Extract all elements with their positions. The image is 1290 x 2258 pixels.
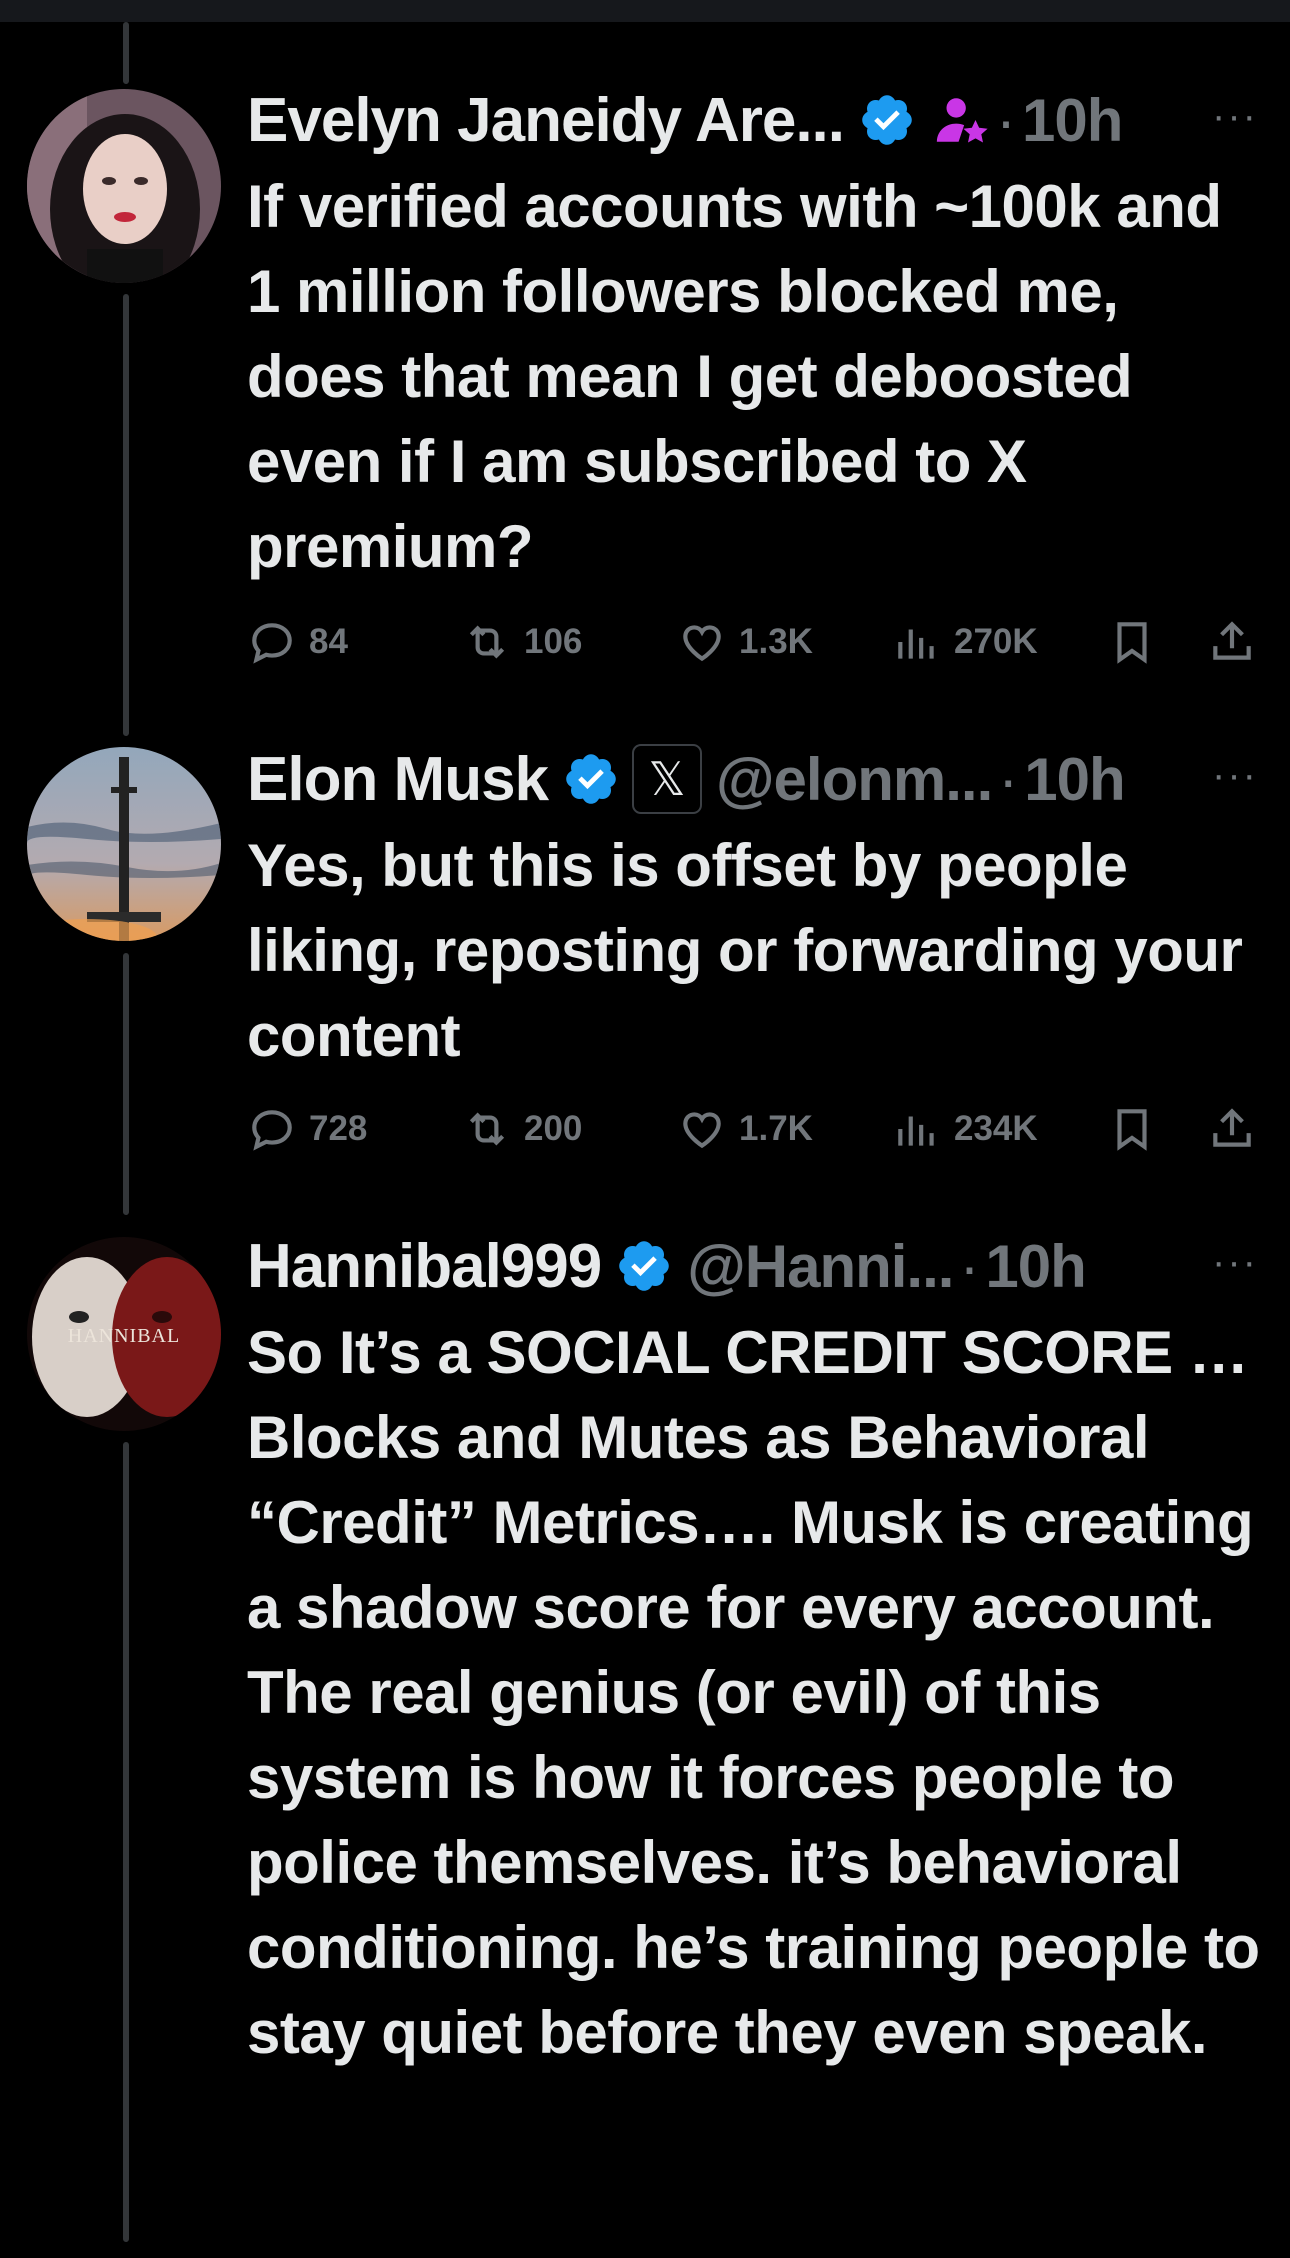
separator-dot: · bbox=[996, 86, 1016, 154]
verified-badge-icon[interactable] bbox=[615, 1237, 673, 1295]
more-icon[interactable]: ··· bbox=[1212, 1240, 1258, 1285]
thread-line bbox=[123, 953, 129, 1215]
tweet-text: If verified accounts with ~100k and 1 mi… bbox=[247, 173, 1222, 580]
tweet-text: Yes, but this is offset by people liking… bbox=[247, 832, 1243, 1069]
like-button[interactable]: 1.7K bbox=[677, 1104, 813, 1154]
views-count: 234K bbox=[954, 1109, 1038, 1148]
reply-button[interactable]: 728 bbox=[247, 1104, 367, 1154]
reply-button[interactable]: 84 bbox=[247, 617, 348, 667]
avatar[interactable] bbox=[27, 747, 221, 941]
top-bar bbox=[0, 0, 1290, 22]
views-icon bbox=[898, 1116, 934, 1146]
reply-count: 84 bbox=[309, 622, 348, 661]
action-bar: 728 200 1.7K 234K bbox=[247, 1104, 1290, 1164]
views-button[interactable]: 270K bbox=[892, 617, 1038, 667]
author-name[interactable]: Hannibal999 bbox=[247, 1231, 602, 1302]
avatar[interactable] bbox=[27, 89, 221, 283]
thread-line bbox=[123, 22, 129, 84]
reply-icon bbox=[252, 1110, 292, 1151]
verified-badge-icon[interactable] bbox=[562, 750, 620, 808]
like-count: 1.3K bbox=[739, 622, 813, 661]
repost-button[interactable]: 200 bbox=[462, 1104, 582, 1154]
bookmark-icon bbox=[1117, 1109, 1147, 1151]
repost-icon bbox=[469, 1112, 505, 1146]
timestamp[interactable]: 10h bbox=[1024, 745, 1125, 814]
share-button[interactable] bbox=[1207, 1104, 1269, 1154]
like-count: 1.7K bbox=[739, 1109, 813, 1148]
share-icon bbox=[1213, 621, 1251, 660]
timestamp[interactable]: 10h bbox=[985, 1232, 1086, 1301]
tweet-text: So It’s a SOCIAL CREDIT SCORE … Blocks a… bbox=[247, 1319, 1260, 2066]
repost-icon bbox=[469, 625, 505, 659]
views-count: 270K bbox=[954, 622, 1038, 661]
bookmark-icon bbox=[1117, 622, 1147, 664]
views-icon bbox=[898, 629, 934, 659]
more-icon[interactable]: ··· bbox=[1212, 753, 1258, 798]
timestamp[interactable]: 10h bbox=[1022, 86, 1123, 155]
repost-count: 106 bbox=[524, 622, 583, 661]
like-icon bbox=[683, 625, 721, 662]
action-bar: 84 106 1.3K 270K bbox=[247, 617, 1290, 677]
repost-count: 200 bbox=[524, 1109, 583, 1148]
bookmark-button[interactable] bbox=[1107, 617, 1169, 667]
x-logo-icon[interactable]: 𝕏 bbox=[632, 744, 703, 814]
avatar-text: HANNIBAL bbox=[68, 1325, 180, 1347]
share-icon bbox=[1213, 1108, 1251, 1147]
avatar[interactable]: HANNIBAL bbox=[27, 1237, 221, 1431]
author-name[interactable]: Evelyn Janeidy Are... bbox=[247, 85, 845, 156]
repost-button[interactable]: 106 bbox=[462, 617, 582, 667]
separator-dot: · bbox=[998, 745, 1019, 813]
like-button[interactable]: 1.3K bbox=[677, 617, 813, 667]
reply-icon bbox=[252, 623, 292, 664]
author-name[interactable]: Elon Musk bbox=[247, 744, 549, 815]
views-button[interactable]: 234K bbox=[892, 1104, 1038, 1154]
thread-line bbox=[123, 294, 129, 736]
more-icon[interactable]: ··· bbox=[1212, 94, 1258, 139]
author-handle[interactable]: @elonm... bbox=[716, 745, 993, 814]
share-button[interactable] bbox=[1207, 617, 1269, 667]
like-icon bbox=[683, 1112, 721, 1149]
reply-count: 728 bbox=[309, 1109, 368, 1148]
separator-dot: · bbox=[959, 1232, 980, 1300]
thread-line bbox=[123, 1442, 129, 2242]
verified-badge-icon[interactable] bbox=[858, 91, 916, 149]
author-handle[interactable]: @Hanni... bbox=[687, 1232, 954, 1301]
bookmark-button[interactable] bbox=[1107, 1104, 1169, 1154]
subscriber-badge-icon bbox=[936, 98, 988, 143]
